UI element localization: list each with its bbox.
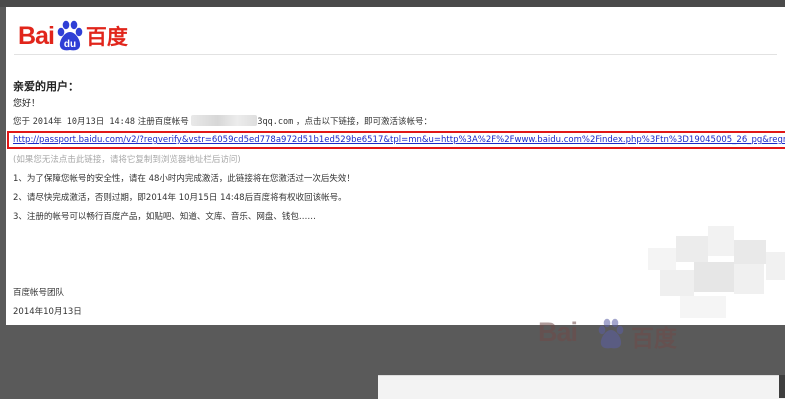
pixel-block xyxy=(734,240,766,264)
header-divider xyxy=(14,54,777,55)
activation-link[interactable]: http://passport.baidu.com/v2/?regverify&… xyxy=(13,135,785,145)
email-hello: 您好！ xyxy=(13,99,41,109)
registration-line: 您于 2014年 10月13日 14:48 注册百度帐号 3qq.com ，点击… xyxy=(13,115,432,127)
signature-team: 百度帐号团队 xyxy=(13,288,65,298)
notice-item-2: 2、请尽快完成激活，否则过期，即2014年 10月15日 14:48后百度将有权… xyxy=(13,193,347,203)
svg-text:du: du xyxy=(64,39,76,50)
logo-text-cn: 百度 xyxy=(85,25,128,49)
registration-prefix: 您于 xyxy=(13,117,31,127)
background-logo-cn: 百度 xyxy=(631,326,677,352)
signature-date: 2014年10月13日 xyxy=(13,307,82,317)
logo-text-en: Bai xyxy=(18,21,55,50)
pixel-block xyxy=(708,226,734,256)
email-greeting: 亲爱的用户： xyxy=(13,80,79,93)
pixel-block xyxy=(734,264,764,294)
pixel-block xyxy=(680,296,726,318)
background-input-panel xyxy=(378,375,785,399)
registration-label: 注册百度帐号 xyxy=(137,117,189,127)
baidu-logo: Bai du 百度 xyxy=(18,19,128,53)
background-logo-en: Bai xyxy=(538,317,578,347)
registration-suffix: ，点击以下链接，即可激活该帐号： xyxy=(295,117,432,127)
top-background-strip xyxy=(0,0,785,7)
pixel-block xyxy=(694,262,734,292)
background-paw-icon xyxy=(598,318,624,349)
pixel-block xyxy=(660,270,694,296)
baidu-paw-icon: du xyxy=(57,20,83,51)
pixel-block xyxy=(676,236,708,262)
registration-date: 2014年 10月13日 14:48 xyxy=(32,117,135,127)
account-suffix: 3qq.com xyxy=(257,117,294,127)
notice-item-1: 1、为了保障您帐号的安全性，请在 48小时内完成激活，此链接将在您激活过一次后失… xyxy=(13,174,355,184)
pixel-block xyxy=(766,252,785,280)
copy-link-hint: (如果您无法点击此链接，请将它复制到浏览器地址栏后访问) xyxy=(13,155,241,165)
pixel-block xyxy=(648,248,676,270)
background-scrollbar xyxy=(779,375,785,398)
notice-item-3: 3、注册的帐号可以畅行百度产品，如贴吧、知道、文库、音乐、网盘、钱包…… xyxy=(13,212,316,222)
redacted-account-blur xyxy=(191,115,258,126)
